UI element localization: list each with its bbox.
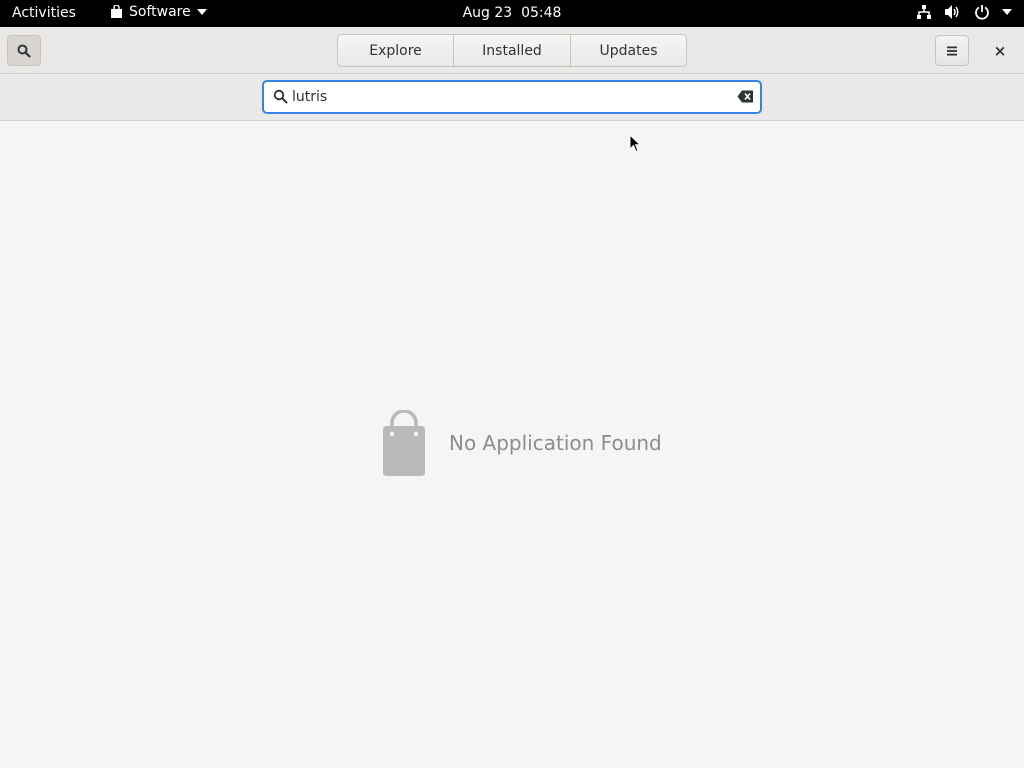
app-menu[interactable]: Software bbox=[110, 4, 207, 20]
view-switcher: Explore Installed Updates bbox=[337, 34, 687, 67]
power-icon bbox=[975, 5, 989, 20]
close-button[interactable]: × bbox=[988, 39, 1012, 63]
empty-state-message: No Application Found bbox=[449, 431, 662, 455]
mouse-cursor-icon bbox=[629, 134, 641, 153]
search-input[interactable] bbox=[292, 86, 722, 108]
tab-explore[interactable]: Explore bbox=[338, 35, 454, 66]
system-tray[interactable] bbox=[916, 4, 1012, 20]
search-icon bbox=[273, 89, 288, 104]
activities-button[interactable]: Activities bbox=[12, 5, 76, 21]
tab-installed[interactable]: Installed bbox=[454, 35, 571, 66]
search-icon bbox=[17, 44, 31, 58]
header-bar: Explore Installed Updates × bbox=[0, 27, 1024, 74]
chevron-down-icon bbox=[1002, 9, 1012, 15]
shopping-bag-icon bbox=[383, 410, 425, 476]
chevron-down-icon bbox=[196, 9, 207, 15]
network-icon bbox=[917, 5, 931, 19]
shopping-bag-small-icon bbox=[111, 5, 122, 18]
empty-state: No Application Found bbox=[379, 410, 662, 476]
top-bar: Activities Software Aug 23 05:48 bbox=[0, 0, 1024, 27]
tab-updates[interactable]: Updates bbox=[571, 35, 686, 66]
clock[interactable]: Aug 23 05:48 bbox=[463, 5, 562, 21]
hamburger-menu-icon bbox=[947, 46, 957, 55]
close-icon: × bbox=[993, 42, 1007, 60]
search-bar bbox=[0, 74, 1024, 121]
clear-text-icon[interactable] bbox=[737, 90, 754, 103]
search-toggle-button[interactable] bbox=[7, 35, 41, 66]
primary-menu-button[interactable] bbox=[935, 35, 969, 66]
volume-icon bbox=[945, 5, 959, 19]
search-entry[interactable] bbox=[262, 80, 762, 114]
app-menu-label: Software bbox=[129, 4, 191, 20]
